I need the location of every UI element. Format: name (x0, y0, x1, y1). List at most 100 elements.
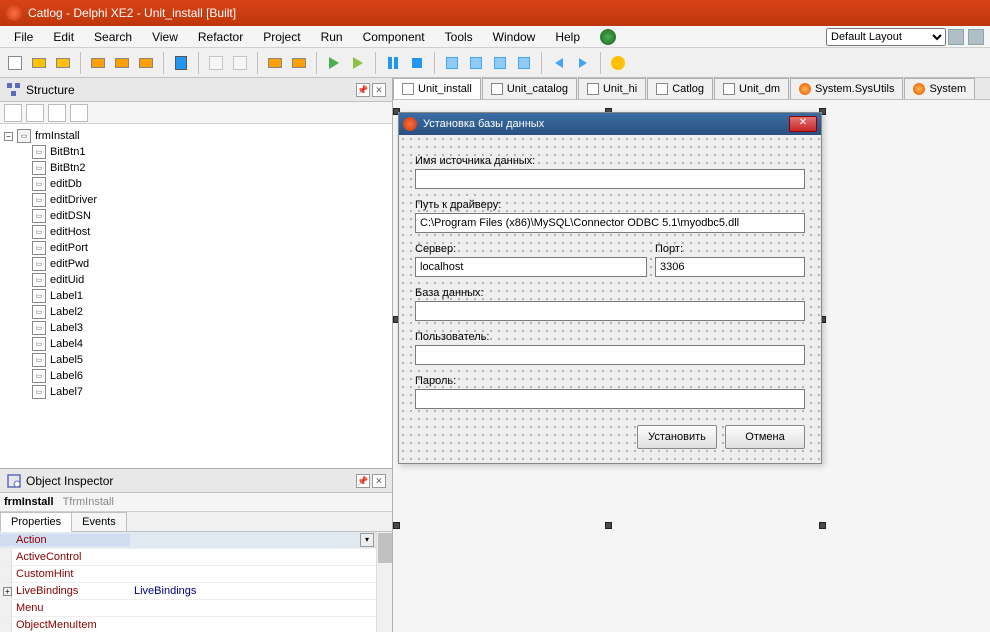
run-button[interactable] (323, 52, 345, 74)
tbtn-d1[interactable] (205, 52, 227, 74)
tree-node[interactable]: ▭editDriver (0, 192, 392, 208)
tree-node[interactable]: ▭editDSN (0, 208, 392, 224)
tree-node[interactable]: ▭Label3 (0, 320, 392, 336)
step-over-button[interactable] (465, 52, 487, 74)
save-button[interactable] (170, 52, 192, 74)
tree-node[interactable]: ▭BitBtn1 (0, 144, 392, 160)
close-button[interactable]: ✕ (372, 83, 386, 97)
menu-search[interactable]: Search (84, 28, 142, 46)
editor-tab[interactable]: Catlog (647, 78, 713, 99)
stop-button[interactable] (406, 52, 428, 74)
editPort[interactable] (655, 257, 805, 277)
structure-tree[interactable]: − ▭ frmInstall ▭BitBtn1▭BitBtn2▭editDb▭e… (0, 124, 392, 468)
editor-tab[interactable]: Unit_install (393, 78, 481, 99)
menu-component[interactable]: Component (353, 28, 435, 46)
menu-run[interactable]: Run (311, 28, 353, 46)
property-row[interactable]: Action▾ (0, 532, 392, 549)
combo-dropdown-icon[interactable]: ▾ (360, 533, 374, 547)
tbtn-d2[interactable] (229, 52, 251, 74)
open-button[interactable] (28, 52, 50, 74)
oi-grid[interactable]: » Action▾ActiveControlCustomHint+LiveBin… (0, 532, 392, 632)
expand-icon[interactable]: + (3, 587, 12, 596)
proj-btn1[interactable] (264, 52, 286, 74)
step-out-button[interactable] (489, 52, 511, 74)
layout-select[interactable]: Default Layout (826, 28, 946, 46)
run-to-cursor-button[interactable] (513, 52, 535, 74)
oi-object-combo[interactable]: frmInstall TfrmInstall (0, 493, 392, 512)
editor-tab[interactable]: Unit_dm (714, 78, 789, 99)
nav-fwd-button[interactable] (572, 52, 594, 74)
property-row[interactable]: ObjectMenuItem (0, 617, 392, 632)
layout-tool-2-icon[interactable] (968, 29, 984, 45)
property-row[interactable]: +LiveBindingsLiveBindings (0, 583, 392, 600)
editDriver[interactable] (415, 213, 805, 233)
editor-tab[interactable]: Unit_catalog (482, 78, 577, 99)
oi-scrollbar[interactable] (376, 532, 392, 632)
design-surface[interactable]: Установка базы данных ✕ Имя источника да… (393, 100, 990, 632)
globe-icon[interactable] (600, 29, 616, 45)
menu-window[interactable]: Window (483, 28, 546, 46)
editUid[interactable] (415, 345, 805, 365)
form-close-button[interactable]: ✕ (789, 116, 817, 132)
pin-button[interactable]: 📌 (356, 474, 370, 488)
cancel-button[interactable]: Отмена (725, 425, 805, 449)
folder-btn3[interactable] (135, 52, 157, 74)
open2-button[interactable] (52, 52, 74, 74)
tab-events[interactable]: Events (71, 512, 127, 531)
form-titlebar[interactable]: Установка базы данных ✕ (399, 113, 821, 135)
help-button[interactable] (607, 52, 629, 74)
struct-btn4[interactable] (70, 104, 88, 122)
tree-root[interactable]: − ▭ frmInstall (0, 128, 392, 144)
menu-file[interactable]: File (4, 28, 43, 46)
nav-back-button[interactable] (548, 52, 570, 74)
menu-help[interactable]: Help (545, 28, 590, 46)
tree-node[interactable]: ▭editPwd (0, 256, 392, 272)
editDb[interactable] (415, 301, 805, 321)
folder-btn[interactable] (87, 52, 109, 74)
tree-node[interactable]: ▭Label7 (0, 384, 392, 400)
selection-handle[interactable] (393, 522, 400, 529)
menu-view[interactable]: View (142, 28, 188, 46)
menu-tools[interactable]: Tools (435, 28, 483, 46)
menu-refactor[interactable]: Refactor (188, 28, 253, 46)
property-row[interactable]: CustomHint (0, 566, 392, 583)
tree-node[interactable]: ▭editHost (0, 224, 392, 240)
run-no-debug-button[interactable] (347, 52, 369, 74)
folder-btn2[interactable] (111, 52, 133, 74)
tree-node[interactable]: ▭editDb (0, 176, 392, 192)
install-button[interactable]: Установить (637, 425, 717, 449)
tree-node[interactable]: ▭BitBtn2 (0, 160, 392, 176)
editor-tab[interactable]: System.SysUtils (790, 78, 903, 99)
design-form[interactable]: Установка базы данных ✕ Имя источника да… (398, 112, 822, 464)
step-into-button[interactable] (441, 52, 463, 74)
selection-handle[interactable] (819, 522, 826, 529)
tab-properties[interactable]: Properties (0, 512, 72, 532)
tree-node[interactable]: ▭Label6 (0, 368, 392, 384)
scrollbar-thumb[interactable] (378, 533, 392, 563)
collapse-icon[interactable]: − (4, 132, 13, 141)
layout-tool-1-icon[interactable] (948, 29, 964, 45)
pause-button[interactable] (382, 52, 404, 74)
pin-button[interactable]: 📌 (356, 83, 370, 97)
tree-node[interactable]: ▭Label1 (0, 288, 392, 304)
tree-node[interactable]: ▭Label2 (0, 304, 392, 320)
editor-tab[interactable]: System (904, 78, 975, 99)
new-button[interactable] (4, 52, 26, 74)
editHost[interactable] (415, 257, 647, 277)
struct-btn1[interactable] (4, 104, 22, 122)
menu-project[interactable]: Project (253, 28, 310, 46)
editDSN[interactable] (415, 169, 805, 189)
property-row[interactable]: ActiveControl (0, 549, 392, 566)
struct-btn3[interactable] (48, 104, 66, 122)
property-row[interactable]: Menu (0, 600, 392, 617)
proj-btn2[interactable] (288, 52, 310, 74)
selection-handle[interactable] (605, 522, 612, 529)
tree-node[interactable]: ▭editPort (0, 240, 392, 256)
tree-node[interactable]: ▭editUid (0, 272, 392, 288)
property-value[interactable]: LiveBindings (130, 585, 392, 597)
tree-node[interactable]: ▭Label5 (0, 352, 392, 368)
editor-tab[interactable]: Unit_hi (578, 78, 646, 99)
close-button[interactable]: ✕ (372, 474, 386, 488)
tree-node[interactable]: ▭Label4 (0, 336, 392, 352)
editPwd[interactable] (415, 389, 805, 409)
